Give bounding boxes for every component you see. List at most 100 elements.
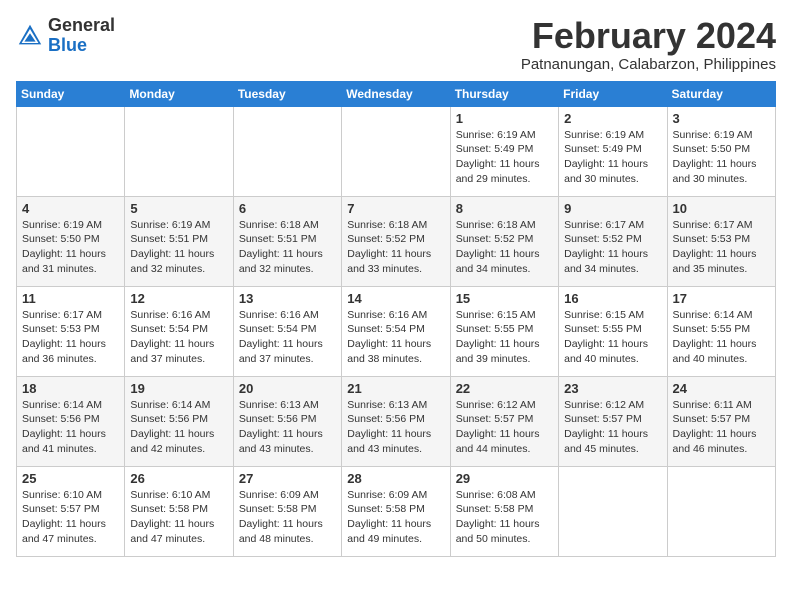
calendar-day-cell: 9Sunrise: 6:17 AMSunset: 5:52 PMDaylight… <box>559 196 667 286</box>
day-number: 21 <box>347 381 444 396</box>
calendar-day-cell: 6Sunrise: 6:18 AMSunset: 5:51 PMDaylight… <box>233 196 341 286</box>
day-number: 22 <box>456 381 553 396</box>
day-info: Sunrise: 6:17 AMSunset: 5:53 PMDaylight:… <box>673 218 770 277</box>
day-info: Sunrise: 6:14 AMSunset: 5:56 PMDaylight:… <box>22 398 119 457</box>
calendar-day-cell: 11 Sunrise: 6:17 AMSunset: 5:53 PMDayligh… <box>17 286 125 376</box>
calendar-day-cell: 8Sunrise: 6:18 AMSunset: 5:52 PMDaylight… <box>450 196 558 286</box>
calendar-day-cell: 2 Sunrise: 6:19 AMSunset: 5:49 PMDaylight… <box>559 106 667 196</box>
calendar-day-cell: 10 Sunrise: 6:17 AMSunset: 5:53 PMDayligh… <box>667 196 775 286</box>
month-year-title: February 2024 <box>521 16 776 56</box>
logo-icon <box>16 22 44 50</box>
calendar-day-cell: 18 Sunrise: 6:14 AMSunset: 5:56 PMDayligh… <box>17 376 125 466</box>
calendar-day-cell <box>667 466 775 556</box>
day-number: 17 <box>673 291 770 306</box>
calendar-day-cell: 19 Sunrise: 6:14 AMSunset: 5:56 PMDayligh… <box>125 376 233 466</box>
day-info: Sunrise: 6:09 AMSunset: 5:58 PMDaylight:… <box>239 488 336 547</box>
title-area: February 2024 Patnanungan, Calabarzon, P… <box>521 16 776 73</box>
day-number: 12 <box>130 291 227 306</box>
calendar-day-cell: 5 Sunrise: 6:19 AMSunset: 5:51 PMDaylight… <box>125 196 233 286</box>
day-number: 27 <box>239 471 336 486</box>
day-info: Sunrise: 6:08 AMSunset: 5:58 PMDaylight:… <box>456 488 553 547</box>
day-info: Sunrise: 6:17 AMSunset: 5:52 PMDaylight:… <box>564 218 661 277</box>
day-info: Sunrise: 6:16 AMSunset: 5:54 PMDaylight:… <box>239 308 336 367</box>
day-info: Sunrise: 6:16 AMSunset: 5:54 PMDaylight:… <box>347 308 444 367</box>
day-info: Sunrise: 6:14 AMSunset: 5:56 PMDaylight:… <box>130 398 227 457</box>
calendar-day-cell: 23 Sunrise: 6:12 AMSunset: 5:57 PMDayligh… <box>559 376 667 466</box>
calendar-week-row: 25 Sunrise: 6:10 AMSunset: 5:57 PMDayligh… <box>17 466 776 556</box>
day-number: 8 <box>456 201 553 216</box>
day-number: 5 <box>130 201 227 216</box>
day-number: 14 <box>347 291 444 306</box>
calendar-day-cell: 25 Sunrise: 6:10 AMSunset: 5:57 PMDayligh… <box>17 466 125 556</box>
calendar-header-row: SundayMondayTuesdayWednesdayThursdayFrid… <box>17 81 776 106</box>
calendar-day-cell: 24Sunrise: 6:11 AMSunset: 5:57 PMDayligh… <box>667 376 775 466</box>
page-header: General Blue February 2024 Patnanungan, … <box>16 16 776 73</box>
day-number: 6 <box>239 201 336 216</box>
day-info: Sunrise: 6:19 AMSunset: 5:49 PMDaylight:… <box>564 128 661 187</box>
day-info: Sunrise: 6:13 AMSunset: 5:56 PMDaylight:… <box>239 398 336 457</box>
day-info: Sunrise: 6:19 AMSunset: 5:51 PMDaylight:… <box>130 218 227 277</box>
day-number: 29 <box>456 471 553 486</box>
day-info: Sunrise: 6:14 AMSunset: 5:55 PMDaylight:… <box>673 308 770 367</box>
calendar-day-cell: 29 Sunrise: 6:08 AMSunset: 5:58 PMDayligh… <box>450 466 558 556</box>
calendar-weekday-header: Friday <box>559 81 667 106</box>
day-number: 26 <box>130 471 227 486</box>
day-number: 2 <box>564 111 661 126</box>
calendar-weekday-header: Sunday <box>17 81 125 106</box>
logo-blue-text: Blue <box>48 35 87 55</box>
calendar-week-row: 4Sunrise: 6:19 AMSunset: 5:50 PMDaylight… <box>17 196 776 286</box>
day-number: 15 <box>456 291 553 306</box>
day-number: 18 <box>22 381 119 396</box>
day-number: 19 <box>130 381 227 396</box>
day-number: 13 <box>239 291 336 306</box>
logo-general-text: General <box>48 15 115 35</box>
calendar-day-cell <box>17 106 125 196</box>
day-info: Sunrise: 6:17 AMSunset: 5:53 PMDaylight:… <box>22 308 119 367</box>
calendar-day-cell: 16 Sunrise: 6:15 AMSunset: 5:55 PMDayligh… <box>559 286 667 376</box>
calendar-day-cell <box>342 106 450 196</box>
day-info: Sunrise: 6:19 AMSunset: 5:49 PMDaylight:… <box>456 128 553 187</box>
calendar-table: SundayMondayTuesdayWednesdayThursdayFrid… <box>16 81 776 557</box>
calendar-day-cell: 27 Sunrise: 6:09 AMSunset: 5:58 PMDayligh… <box>233 466 341 556</box>
day-info: Sunrise: 6:12 AMSunset: 5:57 PMDaylight:… <box>564 398 661 457</box>
calendar-day-cell: 17 Sunrise: 6:14 AMSunset: 5:55 PMDayligh… <box>667 286 775 376</box>
day-number: 11 <box>22 291 119 306</box>
calendar-weekday-header: Saturday <box>667 81 775 106</box>
day-info: Sunrise: 6:13 AMSunset: 5:56 PMDaylight:… <box>347 398 444 457</box>
day-info: Sunrise: 6:16 AMSunset: 5:54 PMDaylight:… <box>130 308 227 367</box>
calendar-week-row: 18 Sunrise: 6:14 AMSunset: 5:56 PMDayligh… <box>17 376 776 466</box>
calendar-weekday-header: Thursday <box>450 81 558 106</box>
calendar-day-cell: 20 Sunrise: 6:13 AMSunset: 5:56 PMDayligh… <box>233 376 341 466</box>
calendar-week-row: 11 Sunrise: 6:17 AMSunset: 5:53 PMDayligh… <box>17 286 776 376</box>
logo: General Blue <box>16 16 115 56</box>
day-number: 1 <box>456 111 553 126</box>
calendar-weekday-header: Monday <box>125 81 233 106</box>
day-info: Sunrise: 6:18 AMSunset: 5:52 PMDaylight:… <box>347 218 444 277</box>
day-info: Sunrise: 6:10 AMSunset: 5:57 PMDaylight:… <box>22 488 119 547</box>
day-info: Sunrise: 6:15 AMSunset: 5:55 PMDaylight:… <box>456 308 553 367</box>
day-info: Sunrise: 6:11 AMSunset: 5:57 PMDaylight:… <box>673 398 770 457</box>
calendar-day-cell: 26 Sunrise: 6:10 AMSunset: 5:58 PMDayligh… <box>125 466 233 556</box>
calendar-day-cell: 7Sunrise: 6:18 AMSunset: 5:52 PMDaylight… <box>342 196 450 286</box>
calendar-day-cell: 22Sunrise: 6:12 AMSunset: 5:57 PMDayligh… <box>450 376 558 466</box>
calendar-day-cell: 14 Sunrise: 6:16 AMSunset: 5:54 PMDayligh… <box>342 286 450 376</box>
day-number: 3 <box>673 111 770 126</box>
day-number: 25 <box>22 471 119 486</box>
day-number: 28 <box>347 471 444 486</box>
calendar-day-cell: 3 Sunrise: 6:19 AMSunset: 5:50 PMDaylight… <box>667 106 775 196</box>
calendar-day-cell: 4Sunrise: 6:19 AMSunset: 5:50 PMDaylight… <box>17 196 125 286</box>
calendar-day-cell <box>125 106 233 196</box>
day-number: 4 <box>22 201 119 216</box>
day-info: Sunrise: 6:10 AMSunset: 5:58 PMDaylight:… <box>130 488 227 547</box>
calendar-weekday-header: Wednesday <box>342 81 450 106</box>
calendar-day-cell: 21 Sunrise: 6:13 AMSunset: 5:56 PMDayligh… <box>342 376 450 466</box>
calendar-weekday-header: Tuesday <box>233 81 341 106</box>
day-number: 20 <box>239 381 336 396</box>
day-info: Sunrise: 6:15 AMSunset: 5:55 PMDaylight:… <box>564 308 661 367</box>
day-info: Sunrise: 6:19 AMSunset: 5:50 PMDaylight:… <box>673 128 770 187</box>
calendar-day-cell: 28Sunrise: 6:09 AMSunset: 5:58 PMDayligh… <box>342 466 450 556</box>
day-number: 23 <box>564 381 661 396</box>
day-number: 16 <box>564 291 661 306</box>
calendar-day-cell <box>233 106 341 196</box>
day-number: 10 <box>673 201 770 216</box>
